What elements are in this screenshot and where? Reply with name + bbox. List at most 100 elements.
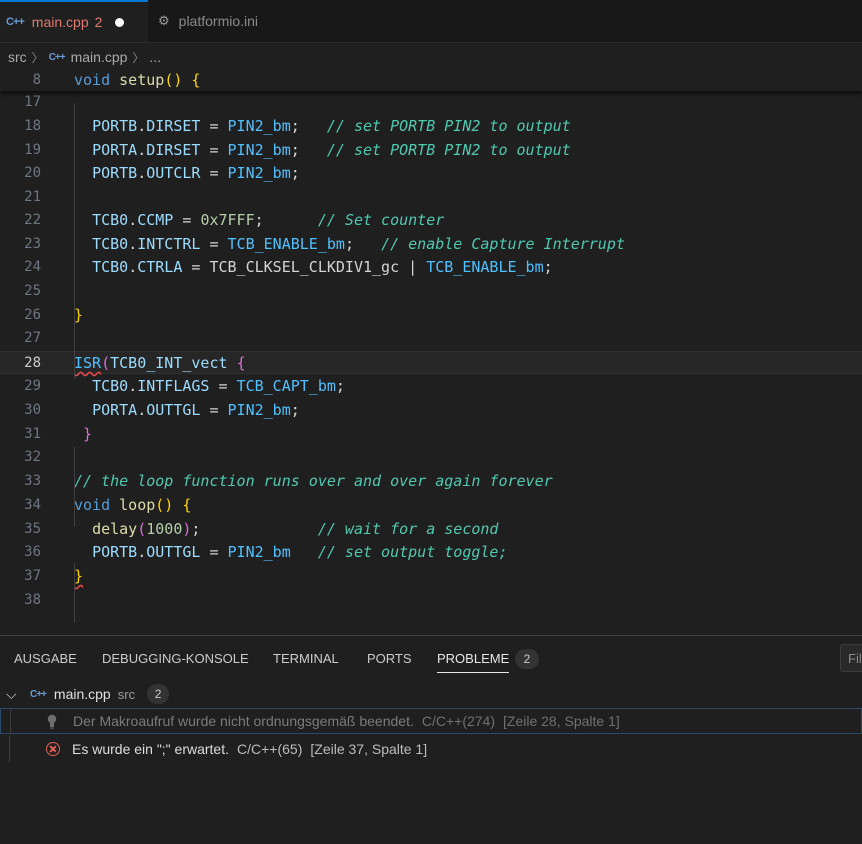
cpp-file-icon: C++ — [48, 51, 66, 63]
code-text[interactable]: PORTB.OUTCLR = PIN2_bm; — [74, 162, 300, 185]
error-icon — [46, 742, 60, 756]
breadcrumb-folder[interactable]: src — [8, 49, 27, 65]
problem-source: C/C++(274) — [421, 713, 496, 729]
tree-guide — [9, 736, 10, 762]
code-line[interactable]: 26} — [0, 304, 862, 327]
cpp-file-icon: C++ — [6, 16, 25, 28]
code-text[interactable]: TCB0.INTCTRL = TCB_ENABLE_bm; // enable … — [74, 233, 625, 256]
gear-icon: ⚙ — [158, 13, 170, 28]
code-text[interactable]: void setup() { — [74, 69, 200, 92]
line-number: 17 — [24, 94, 41, 110]
problem-message: Der Makroaufruf wurde nicht ordnungsgemä… — [73, 713, 414, 729]
code-editor[interactable]: 8 void setup() { 17 18 PORTB.DIRSET = PIN2_… — [0, 69, 862, 635]
line-number: 31 — [24, 426, 41, 442]
code-line[interactable]: 17 — [0, 91, 862, 114]
problem-file-dir: src — [117, 686, 136, 702]
file-problem-count-badge: 2 — [147, 684, 170, 704]
line-number: 30 — [24, 402, 41, 418]
code-line[interactable]: 25 — [0, 280, 862, 303]
tab-problem-count: 2 — [94, 14, 103, 30]
tab-ausgabe[interactable]: AUSGABE — [14, 646, 77, 672]
code-line[interactable]: 34 void loop() { — [0, 494, 862, 517]
line-number: 19 — [24, 142, 41, 158]
tab-ports[interactable]: PORTS — [367, 646, 412, 672]
code-text[interactable]: } — [74, 565, 83, 588]
code-line[interactable]: 30 PORTA.OUTTGL = PIN2_bm; — [0, 399, 862, 422]
indent-guide — [74, 447, 75, 527]
tab-main-cpp[interactable]: C++ main.cpp 2 — [0, 0, 148, 42]
code-line[interactable]: 22 TCB0.CCMP = 0x7FFF; // Set counter — [0, 209, 862, 232]
problem-message: Es wurde ein ";" erwartet. — [72, 741, 230, 757]
problem-location: [Zeile 37, Spalte 1] — [310, 741, 428, 757]
code-text[interactable]: delay(1000); // wait for a second — [74, 518, 498, 541]
code-line[interactable]: 38 — [0, 589, 862, 612]
line-number: 26 — [24, 307, 41, 323]
tab-label: main.cpp — [31, 14, 89, 30]
editor-tab-bar: C++ main.cpp 2 ⚙ platformio.ini — [0, 0, 862, 43]
code-text[interactable]: TCB0.CCMP = 0x7FFF; // Set counter — [74, 209, 444, 232]
line-number: 27 — [24, 330, 41, 346]
chevron-right-icon: 〉 — [31, 50, 44, 65]
line-number: 34 — [24, 497, 41, 513]
line-number: 25 — [24, 283, 41, 299]
unsaved-dot-icon[interactable] — [115, 17, 125, 27]
problems-filter-input[interactable]: Fil — [840, 644, 862, 672]
indent-guide — [74, 563, 75, 623]
line-number: 22 — [24, 212, 41, 228]
code-line[interactable]: 19 PORTA.DIRSET = PIN2_bm; // set PORTB … — [0, 139, 862, 162]
code-line[interactable]: 23 TCB0.INTCTRL = TCB_ENABLE_bm; // enab… — [0, 233, 862, 256]
code-text[interactable]: } — [74, 423, 92, 446]
code-line[interactable]: 35 delay(1000); // wait for a second — [0, 518, 862, 541]
code-line[interactable]: 37} — [0, 565, 862, 588]
code-line[interactable]: 36 PORTB.OUTTGL = PIN2_bm // set output … — [0, 541, 862, 564]
line-number: 23 — [24, 236, 41, 252]
code-text[interactable]: PORTA.OUTTGL = PIN2_bm; — [74, 399, 300, 422]
line-number: 18 — [24, 118, 41, 134]
code-line[interactable]: 27 — [0, 327, 862, 350]
code-line[interactable]: 21 — [0, 186, 862, 209]
line-number: 29 — [24, 378, 41, 394]
line-number: 38 — [24, 592, 41, 608]
code-line[interactable]: 32 — [0, 446, 862, 469]
line-number: 32 — [24, 449, 41, 465]
code-line[interactable]: 29 TCB0.INTFLAGS = TCB_CAPT_bm; — [0, 375, 862, 398]
line-number: 35 — [24, 521, 41, 537]
code-line[interactable]: 24 TCB0.CTRLA = TCB_CLKSEL_CLKDIV1_gc | … — [0, 256, 862, 279]
problems-file-group[interactable]: ⌵ C++ main.cpp src 2 — [0, 681, 862, 707]
tab-terminal[interactable]: TERMINAL — [273, 646, 339, 672]
code-text[interactable]: TCB0.INTFLAGS = TCB_CAPT_bm; — [74, 375, 345, 398]
code-text[interactable]: PORTB.OUTTGL = PIN2_bm // set output tog… — [74, 541, 507, 564]
code-line[interactable]: 18 PORTB.DIRSET = PIN2_bm; // set PORTB … — [0, 115, 862, 138]
code-text[interactable]: TCB0.CTRLA = TCB_CLKSEL_CLKDIV1_gc | TCB… — [74, 256, 553, 279]
code-line[interactable]: 31 } — [0, 423, 862, 446]
breadcrumb-ellipsis[interactable]: ... — [149, 49, 161, 65]
line-number: 20 — [24, 165, 41, 181]
chevron-right-icon: 〉 — [132, 50, 145, 65]
code-text[interactable]: PORTB.DIRSET = PIN2_bm; // set PORTB PIN… — [74, 115, 571, 138]
tab-probleme[interactable]: PROBLEME — [437, 646, 510, 673]
tab-label: platformio.ini — [178, 13, 259, 29]
problem-location: [Zeile 28, Spalte 1] — [503, 713, 620, 729]
problems-count-badge: 2 — [515, 649, 539, 669]
code-text[interactable]: // the loop function runs over and over … — [74, 470, 553, 493]
code-text[interactable]: void loop() { — [74, 494, 191, 517]
tree-guide — [10, 709, 11, 735]
code-line[interactable]: 33 // the loop function runs over and ove… — [0, 470, 862, 493]
breadcrumb-file[interactable]: main.cpp — [71, 49, 128, 65]
code-line[interactable]: 28 ISR(TCB0_INT_vect { — [0, 351, 862, 374]
problem-source: C/C++(65) — [237, 741, 303, 757]
line-number: 37 — [24, 568, 41, 584]
line-number: 33 — [24, 473, 41, 489]
chevron-down-icon[interactable]: ⌵ — [6, 686, 22, 703]
tab-debugging-konsole[interactable]: DEBUGGING-KONSOLE — [102, 646, 249, 672]
code-text[interactable]: ISR(TCB0_INT_vect { — [74, 352, 246, 375]
problem-item[interactable]: Es wurde ein ";" erwartet. C/C++(65) [Zeil… — [0, 736, 862, 762]
tab-platformio-ini[interactable]: ⚙ platformio.ini — [148, 0, 298, 42]
cpp-file-icon: C++ — [30, 688, 47, 700]
problem-file-name: main.cpp — [53, 686, 111, 702]
code-line[interactable]: 20 PORTB.OUTCLR = PIN2_bm; — [0, 162, 862, 185]
problem-item[interactable]: Der Makroaufruf wurde nicht ordnungsgemä… — [0, 708, 862, 735]
code-text[interactable]: } — [74, 304, 83, 327]
code-line[interactable]: 8 void setup() { — [0, 69, 862, 92]
code-text[interactable]: PORTA.DIRSET = PIN2_bm; // set PORTB PIN… — [74, 139, 571, 162]
